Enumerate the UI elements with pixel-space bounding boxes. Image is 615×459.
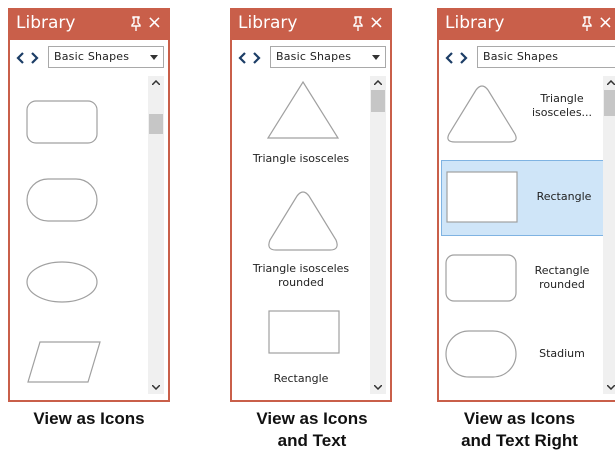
shape-label: Rectangle	[273, 372, 329, 385]
scrollbar-thumb[interactable]	[149, 114, 163, 134]
shape-label: Rectangle rounded	[534, 264, 590, 291]
scroll-down-icon[interactable]	[607, 385, 615, 390]
category-value: Basic Shapes	[276, 50, 352, 63]
nav-buttons	[443, 48, 475, 68]
category-dropdown[interactable]: Basic Shapes	[477, 46, 615, 68]
scroll-up-icon[interactable]	[152, 80, 160, 85]
close-icon[interactable]: ×	[369, 13, 384, 33]
pin-icon[interactable]	[352, 16, 364, 32]
shape-list: Triangle isosceles... Rectangle Rectangle…	[441, 76, 607, 394]
chevron-left-icon[interactable]	[238, 52, 246, 64]
scroll-down-icon[interactable]	[374, 385, 382, 390]
triangle-isosceles-rounded-icon	[268, 191, 338, 251]
caption-line: View as Icons	[256, 409, 368, 428]
panel-title: Library	[445, 13, 505, 33]
close-icon[interactable]: ×	[598, 13, 613, 33]
scrollbar-thumb[interactable]	[371, 90, 385, 112]
caption-view-as-icons-and-text-right: View as Icons and Text Right	[424, 408, 615, 452]
chevron-left-icon[interactable]	[16, 52, 24, 64]
category-dropdown[interactable]: Basic Shapes	[270, 46, 386, 68]
panel-toolbar: Basic Shapes	[236, 46, 386, 70]
category-value: Basic Shapes	[483, 50, 559, 63]
pin-icon[interactable]	[130, 16, 142, 32]
list-item[interactable]	[14, 174, 144, 224]
list-item[interactable]: Rectangle rounded	[441, 250, 603, 310]
scroll-down-icon[interactable]	[152, 385, 160, 390]
close-icon[interactable]: ×	[147, 13, 162, 33]
panel-title: Library	[16, 13, 76, 33]
panel-titlebar: Library ×	[232, 10, 390, 40]
library-panel-icons: Library × Basic Shapes	[8, 8, 170, 402]
panel-titlebar: Library ×	[10, 10, 168, 40]
rectangle-rounded-icon	[26, 100, 98, 144]
nav-buttons	[14, 48, 46, 68]
caption-line: View as Icons	[33, 409, 145, 428]
scrollbar-thumb[interactable]	[604, 90, 615, 116]
stadium-icon	[445, 330, 517, 378]
pin-icon[interactable]	[581, 16, 593, 32]
parallelogram-icon	[27, 341, 101, 383]
list-item[interactable]: Triangle isosceles	[236, 78, 366, 168]
list-item[interactable]	[14, 96, 144, 146]
shape-list	[14, 76, 144, 394]
nav-buttons	[236, 48, 268, 68]
library-panel-icons-text-right: Library × Basic Shapes Triangle isosceles…	[437, 8, 615, 402]
caption-line: and Text	[277, 431, 347, 450]
shape-label: Rectangle	[536, 190, 592, 203]
shape-label: Triangle isosceles...	[531, 92, 593, 119]
list-item[interactable]	[14, 256, 144, 306]
list-item[interactable]: Stadium	[441, 326, 603, 382]
panel-toolbar: Basic Shapes	[14, 46, 164, 70]
list-item[interactable]: Rectangle	[236, 308, 366, 398]
triangle-isosceles-icon	[447, 85, 517, 143]
shape-label: Triangle isosceles	[252, 152, 350, 165]
scroll-up-icon[interactable]	[607, 80, 615, 85]
dropdown-arrow-icon[interactable]	[372, 55, 380, 60]
chevron-right-icon[interactable]	[460, 52, 468, 64]
caption-view-as-icons: View as Icons	[0, 408, 178, 430]
shape-label: Triangle isosceles rounded	[252, 262, 350, 289]
chevron-right-icon[interactable]	[31, 52, 39, 64]
panel-title: Library	[238, 13, 298, 33]
triangle-isosceles-icon	[266, 80, 340, 139]
rectangle-icon	[268, 310, 340, 354]
list-item[interactable]	[14, 336, 144, 386]
library-panel-icons-text: Library × Basic Shapes Triangle isoscele…	[230, 8, 392, 402]
scrollbar[interactable]	[603, 76, 615, 394]
stadium-icon	[26, 178, 98, 222]
chevron-right-icon[interactable]	[253, 52, 261, 64]
panel-toolbar: Basic Shapes	[443, 46, 615, 70]
shape-label: Stadium	[539, 347, 585, 360]
scrollbar[interactable]	[370, 76, 386, 394]
chevron-left-icon[interactable]	[445, 52, 453, 64]
scrollbar[interactable]	[148, 76, 164, 394]
ellipse-icon	[26, 261, 98, 303]
scroll-up-icon[interactable]	[374, 80, 382, 85]
rectangle-icon	[446, 171, 518, 223]
caption-view-as-icons-and-text: View as Icons and Text	[222, 408, 402, 452]
panel-titlebar: Library ×	[439, 10, 615, 40]
list-item[interactable]: Triangle isosceles rounded	[236, 186, 366, 296]
category-dropdown[interactable]: Basic Shapes	[48, 46, 164, 68]
list-item-selected[interactable]: Rectangle	[441, 160, 607, 236]
category-value: Basic Shapes	[54, 50, 130, 63]
dropdown-arrow-icon[interactable]	[150, 55, 158, 60]
list-item[interactable]: Triangle isosceles...	[441, 80, 603, 146]
caption-line: and Text Right	[461, 431, 578, 450]
shape-list: Triangle isosceles Triangle isosceles rou…	[236, 76, 366, 394]
rectangle-rounded-icon	[445, 254, 517, 302]
caption-line: View as Icons	[463, 409, 576, 428]
